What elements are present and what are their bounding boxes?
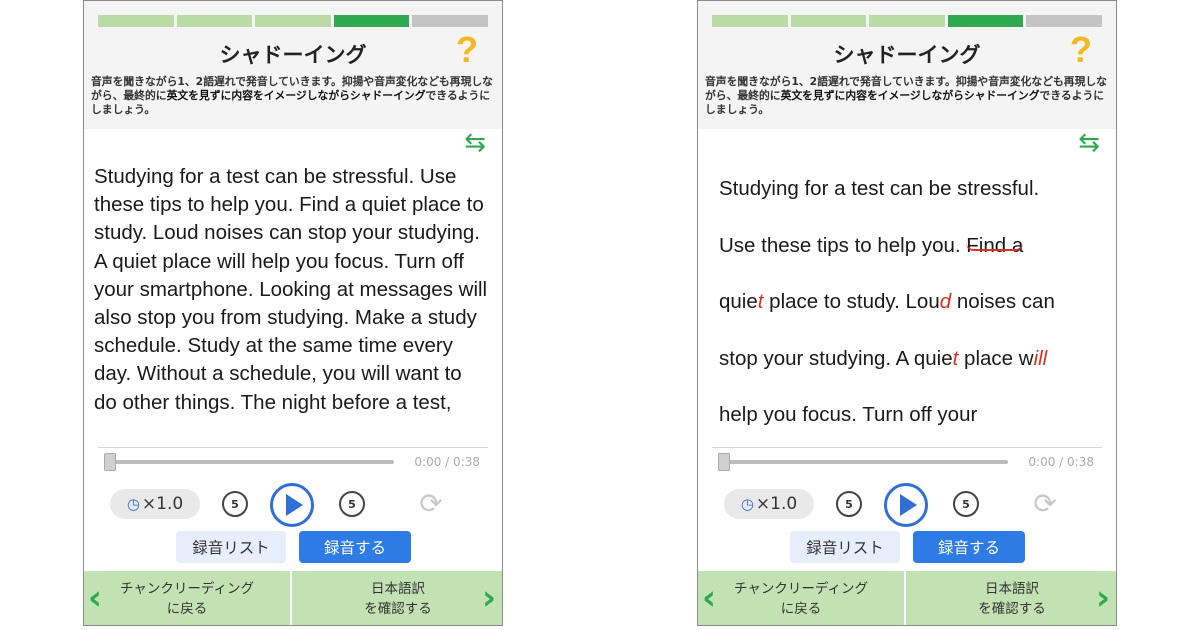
passage-text-segment: quie — [719, 290, 758, 313]
next-label-line-1: 日本語訳 — [371, 581, 425, 597]
passage-line-3: quiet place to study. Loud noises can — [719, 274, 1106, 331]
time-readout: 0:00 / 0:38 — [1028, 455, 1094, 469]
elision-mark: ill — [1033, 346, 1048, 370]
repeat-icon[interactable]: ⟳ — [1030, 489, 1060, 519]
speed-gauge-icon: ◷ — [126, 495, 140, 513]
recording-list-button[interactable]: 録音リスト — [176, 531, 286, 563]
chevron-left-icon: ‹ — [702, 578, 717, 618]
speed-label: ×1.0 — [141, 494, 184, 514]
back-to-chunk-reading-button[interactable]: ‹ チャンクリーディング に戻る — [698, 571, 906, 625]
record-button[interactable]: 録音する — [913, 531, 1025, 563]
help-icon[interactable]: ? — [456, 29, 478, 71]
back-label-line-1: チャンクリーディング — [734, 581, 868, 597]
progress-step-2 — [176, 15, 253, 27]
elision-mark: d — [939, 290, 952, 313]
instruction-text: 音声を聞きながら1、2語遅れで発音していきます。抑揚や音声変化なども再現しながら… — [91, 75, 494, 117]
chevron-right-icon: › — [1095, 578, 1110, 618]
back-label: チャンクリーディング に戻る — [734, 579, 868, 619]
shadowing-screen-right: シャドーイング ? 音声を聞きながら1、2語遅れで発音していきます。抑揚や音声変… — [697, 0, 1117, 626]
swap-arrows-icon[interactable]: ⇆ — [460, 130, 490, 156]
step-progress — [712, 15, 1102, 27]
play-button[interactable] — [884, 483, 928, 527]
next-label-line-2: を確認する — [978, 601, 1046, 617]
check-translation-button[interactable]: 日本語訳を確認する › — [908, 571, 1116, 625]
page-title: シャドーイング — [833, 43, 981, 67]
seek-thumb[interactable] — [718, 453, 730, 471]
help-icon[interactable]: ? — [1070, 29, 1092, 71]
skip-back-5-button[interactable]: 5 — [836, 491, 862, 517]
next-label-line-1: 日本語訳 — [985, 581, 1039, 597]
playback-speed-button[interactable]: ◷ ×1.0 — [724, 489, 814, 519]
passage-text-annotated: Studying for a test can be stressful. Us… — [719, 161, 1106, 441]
audio-seek-bar[interactable] — [104, 453, 394, 471]
bottom-navigation: ‹ チャンクリーディング に戻る 日本語訳を確認する › — [698, 571, 1116, 625]
play-button[interactable] — [270, 483, 314, 527]
back-label-line-2: に戻る — [166, 601, 208, 617]
back-label-line-1: チャンクリーディング — [120, 581, 254, 597]
instruction-emphasis: 英文を見ずに内容をイメージしながらシャドーイング — [780, 89, 1040, 102]
progress-step-2 — [790, 15, 867, 27]
next-label-line-2: を確認する — [364, 601, 432, 617]
seek-track — [104, 460, 394, 464]
chevron-left-icon: ‹ — [88, 578, 103, 618]
recording-list-button[interactable]: 録音リスト — [790, 531, 900, 563]
progress-step-3 — [869, 15, 945, 27]
seek-track — [718, 460, 1008, 464]
progress-step-1 — [98, 15, 174, 27]
step-progress — [98, 15, 488, 27]
instruction-text: 音声を聞きながら1、2語遅れで発音していきます。抑揚や音声変化なども再現しながら… — [705, 75, 1108, 117]
skip-forward-5-button[interactable]: 5 — [953, 491, 979, 517]
seek-thumb[interactable] — [104, 453, 116, 471]
swap-arrows-icon[interactable]: ⇆ — [1074, 130, 1104, 156]
linking-mark: Find a — [966, 233, 1024, 257]
passage-text-segment: place w — [958, 346, 1034, 370]
player-controls: ◷ ×1.0 5 5 ⟳ — [84, 481, 502, 527]
player-controls: ◷ ×1.0 5 5 ⟳ — [698, 481, 1116, 527]
time-readout: 0:00 / 0:38 — [414, 455, 480, 469]
page-title: シャドーイング — [219, 43, 367, 67]
instruction-emphasis: 英文を見ずに内容をイメージしながらシャドーイング — [166, 89, 426, 102]
next-label: 日本語訳 を確認する — [978, 579, 1046, 619]
passage-line-2: Use these tips to help you. Find a — [719, 218, 1106, 275]
bottom-navigation: ‹ チャンクリーディング に戻る 日本語訳を確認する › — [84, 571, 502, 625]
progress-step-1 — [712, 15, 788, 27]
playback-speed-button[interactable]: ◷ ×1.0 — [110, 489, 200, 519]
record-button[interactable]: 録音する — [299, 531, 411, 563]
passage-text-segment: place to study. Lou — [763, 290, 940, 313]
passage-text-segment: stop your studying. A quie — [719, 346, 953, 370]
speed-label: ×1.0 — [755, 494, 798, 514]
speed-gauge-icon: ◷ — [740, 495, 754, 513]
play-icon — [286, 494, 303, 516]
divider — [712, 447, 1102, 448]
passage-line-1: Studying for a test can be stressful. — [719, 177, 1040, 200]
progress-step-3 — [255, 15, 331, 27]
passage-line-4: stop your studying. A quiet place will — [719, 331, 1106, 388]
passage-text: Studying for a test can be stressful. Us… — [94, 165, 488, 414]
play-icon — [900, 494, 917, 516]
passage-text-segment: noises can — [951, 290, 1055, 313]
divider — [98, 447, 488, 448]
back-label-line-2: に戻る — [780, 601, 822, 617]
passage-line-5: help you focus. Turn off your — [719, 403, 978, 426]
next-label: 日本語訳 を確認する — [364, 579, 432, 619]
repeat-icon[interactable]: ⟳ — [416, 489, 446, 519]
progress-step-5 — [412, 15, 488, 27]
passage-text-segment: Use these tips to help you. — [719, 233, 967, 257]
back-to-chunk-reading-button[interactable]: ‹ チャンクリーディング に戻る — [84, 571, 292, 625]
skip-forward-5-button[interactable]: 5 — [339, 491, 365, 517]
back-label: チャンクリーディング に戻る — [120, 579, 254, 619]
progress-step-4 — [947, 15, 1024, 27]
shadowing-screen-left: シャドーイング ? 音声を聞きながら1、2語遅れで発音していきます。抑揚や音声変… — [83, 0, 503, 626]
progress-step-4 — [333, 15, 410, 27]
check-translation-button[interactable]: 日本語訳を確認する › — [294, 571, 502, 625]
audio-seek-bar[interactable] — [718, 453, 1008, 471]
skip-back-5-button[interactable]: 5 — [222, 491, 248, 517]
progress-step-5 — [1026, 15, 1102, 27]
chevron-right-icon: › — [481, 578, 496, 618]
